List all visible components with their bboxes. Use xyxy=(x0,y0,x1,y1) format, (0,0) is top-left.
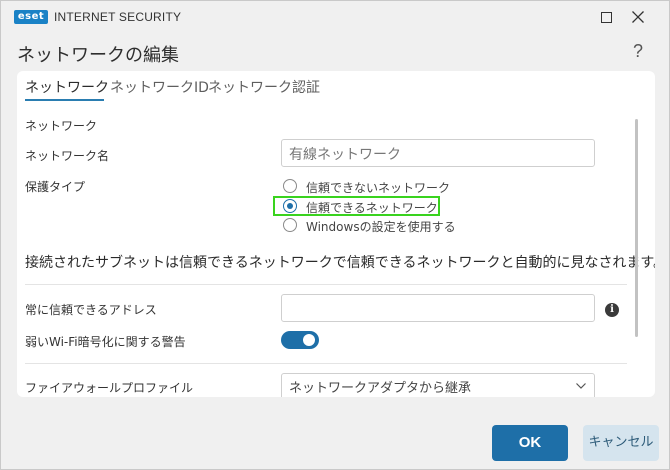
trusted-address-input[interactable] xyxy=(281,294,595,322)
subnet-info-text: 接続されたサブネットは信頼できるネットワークで信頼できるネットワークと自動的に見… xyxy=(25,255,655,271)
radio-label: 信頼できないネットワーク xyxy=(306,181,451,195)
dialog-window: eset INTERNET SECURITY ネットワークの編集 ? ネットワー… xyxy=(0,0,670,470)
radio-label: Windowsの設定を使用する xyxy=(306,220,456,234)
network-name-input[interactable]: 有線ネットワーク xyxy=(281,139,595,167)
protection-type-label: 保護タイプ xyxy=(25,180,86,194)
vertical-scrollbar[interactable] xyxy=(635,119,639,391)
page-title: ネットワークの編集 xyxy=(17,45,179,66)
app-title: INTERNET SECURITY xyxy=(54,10,182,24)
firewall-profile-select[interactable]: ネットワークアダプタから継承 xyxy=(281,373,595,397)
radio-button xyxy=(283,179,297,193)
scrollbar-thumb[interactable] xyxy=(635,119,638,337)
toggle-knob xyxy=(303,334,315,346)
chevron-down-icon xyxy=(576,383,586,389)
help-button[interactable]: ? xyxy=(633,41,643,62)
info-icon[interactable]: i xyxy=(605,303,619,317)
wifi-warning-toggle[interactable] xyxy=(281,331,319,349)
eset-logo: eset xyxy=(14,10,48,24)
firewall-profile-label: ファイアウォールプロファイル xyxy=(25,381,194,395)
active-tab-indicator xyxy=(25,99,104,101)
maximize-button[interactable] xyxy=(591,4,621,30)
title-bar: eset INTERNET SECURITY xyxy=(1,1,669,34)
tab-network[interactable]: ネットワーク xyxy=(25,77,109,97)
network-name-label: ネットワーク名 xyxy=(25,149,110,163)
cancel-button[interactable]: キャンセル xyxy=(583,425,659,461)
settings-panel: ネットワーク ネットワークID ネットワーク認証 ネットワーク ネットワーク名 … xyxy=(17,71,655,397)
maximize-icon xyxy=(601,12,612,23)
ok-button[interactable]: OK xyxy=(492,425,568,461)
divider xyxy=(25,363,627,364)
highlight-annotation xyxy=(273,196,440,216)
wifi-warning-label: 弱いWi-Fi暗号化に関する警告 xyxy=(25,335,186,349)
tab-network-id[interactable]: ネットワークID xyxy=(110,77,209,97)
tab-network-authentication[interactable]: ネットワーク認証 xyxy=(208,77,320,97)
section-label-network: ネットワーク xyxy=(25,119,98,133)
close-button[interactable] xyxy=(623,4,653,30)
radio-button xyxy=(283,218,297,232)
firewall-profile-value: ネットワークアダプタから継承 xyxy=(289,381,472,396)
trusted-address-label: 常に信頼できるアドレス xyxy=(25,303,157,317)
tab-bar: ネットワーク ネットワークID ネットワーク認証 xyxy=(17,71,655,101)
divider xyxy=(25,284,627,285)
close-icon xyxy=(632,11,644,23)
